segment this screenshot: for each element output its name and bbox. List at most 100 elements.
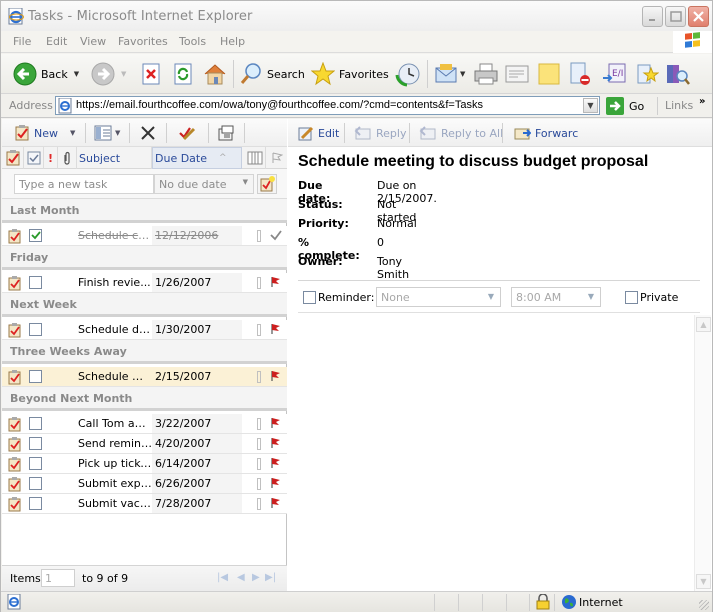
column-importance[interactable]: ! bbox=[44, 147, 58, 169]
menu-help[interactable]: Help bbox=[220, 35, 245, 48]
stop-button[interactable] bbox=[140, 59, 162, 89]
group-header[interactable]: Friday bbox=[2, 246, 287, 270]
group-header[interactable]: Last Month bbox=[2, 199, 287, 223]
column-complete[interactable] bbox=[24, 147, 44, 169]
new-task-due-date-select[interactable]: No due date ▼ bbox=[154, 174, 254, 194]
close-button[interactable] bbox=[688, 6, 709, 27]
complete-checkbox[interactable] bbox=[29, 370, 42, 383]
mark-complete-button[interactable] bbox=[178, 123, 196, 143]
home-button[interactable] bbox=[202, 59, 228, 89]
body-scrollbar[interactable]: ▲ ▼ bbox=[694, 315, 711, 591]
flag-icon[interactable] bbox=[270, 457, 281, 472]
first-page-button[interactable]: |◀ bbox=[217, 572, 228, 583]
complete-checkbox[interactable] bbox=[29, 417, 42, 430]
menu-favorites[interactable]: Favorites bbox=[118, 35, 168, 48]
flag-icon[interactable] bbox=[270, 477, 281, 492]
column-flag[interactable] bbox=[266, 147, 287, 169]
complete-checkbox[interactable] bbox=[29, 437, 42, 450]
column-task-type[interactable] bbox=[2, 147, 24, 169]
messenger-button[interactable] bbox=[665, 59, 691, 89]
complete-checkbox[interactable] bbox=[29, 229, 42, 242]
task-row[interactable]: Schedule me... 2/15/2007 bbox=[2, 367, 287, 387]
column-due-date[interactable]: Due Date ^ bbox=[152, 147, 242, 169]
group-header[interactable]: Beyond Next Month bbox=[2, 387, 287, 411]
flag-icon[interactable] bbox=[270, 323, 281, 338]
back-dropdown-icon[interactable]: ▼ bbox=[74, 70, 79, 78]
complete-checkbox[interactable] bbox=[29, 323, 42, 336]
maximize-button[interactable] bbox=[665, 6, 686, 27]
previous-page-button[interactable]: ◀ bbox=[237, 572, 245, 583]
mail-dropdown-icon[interactable]: ▼ bbox=[460, 70, 465, 78]
add-task-button[interactable] bbox=[257, 174, 277, 194]
task-row[interactable]: Schedule ca... 12/12/2006 bbox=[2, 226, 287, 246]
task-row[interactable]: Submit expe... 6/26/2007 bbox=[2, 474, 287, 494]
reply-all-button[interactable]: Reply to All bbox=[419, 124, 503, 142]
minimize-button[interactable] bbox=[642, 6, 663, 27]
links-chevron-icon[interactable]: » bbox=[699, 96, 705, 107]
back-button[interactable]: Back ▼ bbox=[13, 59, 79, 89]
flag-icon[interactable] bbox=[270, 437, 281, 452]
complete-checkbox[interactable] bbox=[29, 457, 42, 470]
edit-page-button[interactable] bbox=[504, 59, 530, 89]
complete-checkbox[interactable] bbox=[29, 276, 42, 289]
new-task-button[interactable]: New ▼ bbox=[14, 123, 75, 143]
delete-button[interactable] bbox=[140, 123, 156, 143]
page-number-input[interactable]: 1 bbox=[41, 569, 75, 587]
task-row[interactable]: Send remind... 4/20/2007 bbox=[2, 434, 287, 454]
complete-checkbox[interactable] bbox=[29, 497, 42, 510]
completed-check-icon[interactable] bbox=[270, 229, 282, 244]
reply-button[interactable]: Reply bbox=[354, 124, 406, 142]
print-button[interactable] bbox=[473, 59, 499, 89]
reminder-date-select[interactable]: None ▼ bbox=[376, 287, 501, 307]
next-page-button[interactable]: ▶ bbox=[252, 572, 260, 583]
address-input[interactable]: https://email.fourthcoffee.com/owa/tony@… bbox=[55, 96, 600, 115]
flag-icon[interactable] bbox=[270, 276, 281, 291]
complete-checkbox[interactable] bbox=[29, 477, 42, 490]
address-dropdown-button[interactable]: ▼ bbox=[583, 98, 598, 113]
column-attachment[interactable] bbox=[58, 147, 77, 169]
reminder-time-select[interactable]: 8:00 AM ▼ bbox=[511, 287, 601, 307]
task-row[interactable]: Submit vaca... 7/28/2007 bbox=[2, 494, 287, 514]
move-to-folder-button[interactable] bbox=[217, 123, 235, 143]
new-dropdown-icon[interactable]: ▼ bbox=[70, 129, 75, 137]
blocked-page-button[interactable] bbox=[568, 59, 592, 89]
research-button[interactable]: E/I bbox=[601, 59, 627, 89]
search-button[interactable]: Search bbox=[239, 59, 305, 89]
menu-view[interactable]: View bbox=[80, 35, 106, 48]
menu-edit[interactable]: Edit bbox=[46, 35, 67, 48]
menu-file[interactable]: File bbox=[13, 35, 31, 48]
links-toolbar[interactable]: Links » bbox=[657, 96, 712, 115]
flag-icon[interactable] bbox=[270, 417, 281, 432]
favorites-button[interactable]: Favorites bbox=[311, 59, 389, 89]
group-header[interactable]: Next Week bbox=[2, 293, 287, 317]
last-page-button[interactable]: ▶| bbox=[265, 572, 276, 583]
reading-pane-button[interactable]: ▼ bbox=[94, 123, 120, 143]
flag-icon[interactable] bbox=[270, 497, 281, 512]
favorites-add-button[interactable] bbox=[635, 59, 659, 89]
go-button[interactable]: Go bbox=[606, 97, 644, 115]
task-row[interactable]: Pick up ticke... 6/14/2007 bbox=[2, 454, 287, 474]
scroll-down-button[interactable]: ▼ bbox=[696, 574, 711, 589]
private-checkbox[interactable] bbox=[625, 291, 638, 304]
forward-dropdown-icon[interactable]: ▼ bbox=[121, 70, 126, 78]
flag-icon[interactable] bbox=[270, 370, 281, 385]
reminder-checkbox[interactable] bbox=[303, 291, 316, 304]
discuss-button[interactable] bbox=[537, 59, 561, 89]
secure-lock-icon[interactable] bbox=[536, 594, 550, 610]
mail-button[interactable]: ▼ bbox=[434, 59, 465, 89]
task-row[interactable]: Finish revie... 1/26/2007 bbox=[2, 273, 287, 293]
resize-grip[interactable] bbox=[699, 600, 709, 610]
column-subject[interactable]: Subject bbox=[77, 147, 152, 169]
reading-pane-dropdown-icon[interactable]: ▼ bbox=[115, 129, 120, 137]
column-categories[interactable] bbox=[244, 147, 266, 169]
menu-tools[interactable]: Tools bbox=[179, 35, 206, 48]
refresh-button[interactable] bbox=[172, 59, 194, 89]
forward-task-button[interactable]: Forwarc bbox=[513, 124, 578, 142]
edit-button[interactable]: Edit bbox=[298, 124, 339, 142]
history-button[interactable] bbox=[395, 59, 421, 89]
forward-button[interactable]: ▼ bbox=[91, 59, 126, 89]
scroll-up-button[interactable]: ▲ bbox=[696, 317, 711, 332]
task-row[interactable]: Schedule do... 1/30/2007 bbox=[2, 320, 287, 340]
task-row[interactable]: Call Tom ab... 3/22/2007 bbox=[2, 414, 287, 434]
group-header[interactable]: Three Weeks Away bbox=[2, 340, 287, 364]
